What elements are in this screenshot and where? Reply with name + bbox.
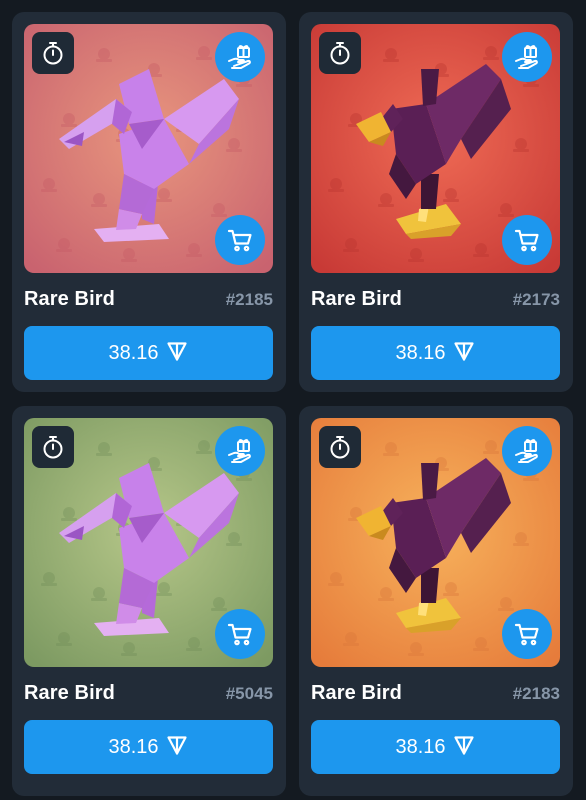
gift-image[interactable] (311, 24, 560, 273)
gift-card[interactable]: Rare Bird #2183 38.16 (299, 406, 573, 796)
send-gift-button[interactable] (502, 32, 552, 82)
shopping-cart-icon (513, 226, 541, 254)
buy-button[interactable]: 38.16 (24, 720, 273, 774)
stopwatch-icon (319, 32, 361, 74)
gift-image[interactable] (24, 24, 273, 273)
ton-icon (452, 733, 476, 762)
gift-card[interactable]: Rare Bird #5045 38.16 (12, 406, 286, 796)
ton-icon (452, 339, 476, 368)
buy-price: 38.16 (108, 735, 159, 758)
gift-hand-icon (513, 437, 541, 465)
send-gift-button[interactable] (215, 32, 265, 82)
gift-number: #2173 (512, 290, 560, 309)
ton-icon (165, 733, 189, 762)
ton-icon (165, 339, 189, 368)
gift-hand-icon (226, 43, 254, 71)
send-gift-button[interactable] (215, 426, 265, 476)
gift-name: Rare Bird (24, 288, 115, 310)
gift-card[interactable]: Rare Bird #2173 38.16 (299, 12, 573, 392)
gift-number: #2185 (225, 290, 273, 309)
gift-card[interactable]: Rare Bird #2185 38.16 (12, 12, 286, 392)
buy-price: 38.16 (395, 735, 446, 758)
stopwatch-icon (32, 32, 74, 74)
add-to-cart-button[interactable] (215, 609, 265, 659)
gift-image[interactable] (24, 418, 273, 667)
gift-name: Rare Bird (311, 288, 402, 310)
shopping-cart-icon (226, 226, 254, 254)
shopping-cart-icon (226, 620, 254, 648)
add-to-cart-button[interactable] (502, 215, 552, 265)
buy-button[interactable]: 38.16 (24, 326, 273, 380)
gift-number: #5045 (225, 684, 273, 703)
gift-hand-icon (226, 437, 254, 465)
shopping-cart-icon (513, 620, 541, 648)
gift-name: Rare Bird (24, 682, 115, 704)
stopwatch-icon (319, 426, 361, 468)
add-to-cart-button[interactable] (502, 609, 552, 659)
stopwatch-icon (32, 426, 74, 468)
buy-price: 38.16 (108, 341, 159, 364)
buy-price: 38.16 (395, 341, 446, 364)
add-to-cart-button[interactable] (215, 215, 265, 265)
gift-image[interactable] (311, 418, 560, 667)
gift-hand-icon (513, 43, 541, 71)
buy-button[interactable]: 38.16 (311, 326, 560, 380)
gift-number: #2183 (512, 684, 560, 703)
send-gift-button[interactable] (502, 426, 552, 476)
gift-name: Rare Bird (311, 682, 402, 704)
buy-button[interactable]: 38.16 (311, 720, 560, 774)
